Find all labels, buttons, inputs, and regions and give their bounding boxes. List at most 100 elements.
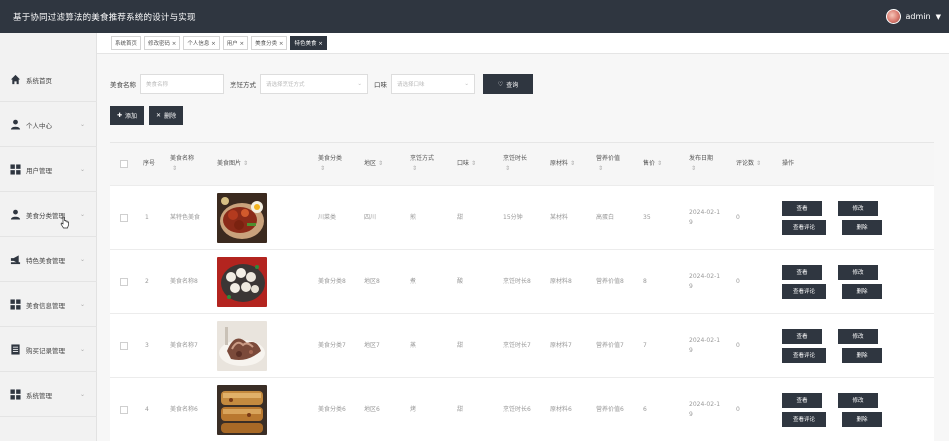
megaphone-icon: [10, 254, 21, 265]
sidebar-item[interactable]: 个人中心 ⌄: [0, 103, 97, 147]
sidebar-item[interactable]: 美食分类管理 ⌄: [0, 193, 97, 237]
view-button[interactable]: 查看: [782, 328, 822, 344]
cell-price: 8: [643, 277, 647, 285]
batch-delete-button[interactable]: ✕ 删除: [149, 106, 184, 125]
edit-button[interactable]: 修改: [838, 200, 878, 216]
cell-method: 蒸: [410, 341, 417, 349]
cell-image: [217, 378, 267, 441]
mouse-pointer-icon: [60, 216, 69, 229]
cell-date: 2024-02-1 9: [689, 336, 721, 354]
delete-button[interactable]: 删除: [842, 411, 882, 427]
select-all-checkbox[interactable]: [120, 160, 128, 168]
tab[interactable]: 用户 ×: [222, 36, 249, 50]
food-image: [217, 192, 267, 243]
sidebar-item[interactable]: 美食信息管理 ⌄: [0, 283, 97, 327]
name-input[interactable]: 美食名称: [140, 74, 224, 94]
sidebar-item-label: 美食分类管理: [26, 211, 65, 220]
view-reviews-button[interactable]: 查看评论: [782, 219, 826, 235]
chevron-down-icon: ⌄: [357, 81, 362, 87]
taste-label: 口味: [374, 81, 387, 89]
sidebar: 系统首页 个人中心 ⌄ 用户管理 ⌄ 美食分类管理 ⌄ 特色美食管理 ⌄ 美食信息管理 ⌄ 购买记录管…: [0, 33, 97, 441]
view-reviews-button[interactable]: 查看评论: [782, 283, 826, 299]
sidebar-item-label: 美食信息管理: [26, 301, 65, 310]
header-date[interactable]: 发布日期 ⇕: [689, 143, 713, 185]
grid-icon: [10, 164, 21, 175]
view-reviews-button[interactable]: 查看评论: [782, 411, 826, 427]
delete-button[interactable]: 删除: [842, 283, 882, 299]
edit-button[interactable]: 修改: [838, 328, 878, 344]
table-header: 序号 美食名称 ⇕ 美食图片 ⇕ 美食分类 ⇕ 地区 ⇕ 烹饪方式 ⇕ 口味 ⇕ 烹饪时长 ⇕…: [110, 143, 934, 186]
row-checkbox[interactable]: [120, 341, 128, 350]
edit-button[interactable]: 修改: [838, 392, 878, 408]
sidebar-item[interactable]: 系统管理 ⌄: [0, 373, 97, 417]
chevron-down-icon: ⌄: [464, 81, 469, 87]
sidebar-item-label: 特色美食管理: [26, 256, 65, 265]
sidebar-item-label: 用户管理: [26, 166, 52, 175]
cell-price: 7: [643, 341, 647, 349]
chevron-down-icon: ⌄: [79, 391, 85, 398]
taste-select[interactable]: 请选择口味 ⌄: [391, 74, 475, 94]
header-region[interactable]: 地区 ⇕: [364, 143, 383, 185]
header-name[interactable]: 美食名称 ⇕: [170, 143, 194, 185]
sidebar-item[interactable]: 特色美食管理 ⌄: [0, 238, 97, 282]
header-image[interactable]: 美食图片 ⇕: [217, 143, 248, 185]
data-table: 序号 美食名称 ⇕ 美食图片 ⇕ 美食分类 ⇕ 地区 ⇕ 烹饪方式 ⇕ 口味 ⇕ 烹饪时长 ⇕…: [110, 142, 934, 441]
view-button[interactable]: 查看: [782, 200, 822, 216]
cell-duration: 15分钟: [503, 213, 523, 221]
home-icon: [10, 74, 21, 85]
cell-reviews: 0: [736, 213, 740, 221]
cell-method: 煎: [410, 213, 417, 221]
cell-region: 地区7: [364, 341, 380, 349]
delete-button[interactable]: 删除: [842, 219, 882, 235]
row-checkbox[interactable]: [120, 213, 128, 222]
header-nutrition[interactable]: 营养价值 ⇕: [596, 143, 620, 185]
cell-taste: 甜: [457, 213, 464, 221]
view-button[interactable]: 查看: [782, 264, 822, 280]
tab[interactable]: 美食分类 ×: [251, 36, 288, 50]
add-button[interactable]: ✚ 添加: [110, 106, 145, 125]
action-row: ✚ 添加 ✕ 删除: [110, 106, 184, 125]
row-checkbox[interactable]: [120, 277, 128, 286]
row-checkbox[interactable]: [120, 405, 128, 414]
header-duration[interactable]: 烹饪时长 ⇕: [503, 143, 527, 185]
header-reviews[interactable]: 评论数 ⇕: [736, 143, 761, 185]
header-taste[interactable]: 口味 ⇕: [457, 143, 476, 185]
cell-ingredients: 某材料: [550, 213, 569, 221]
close-icon: ✕: [156, 112, 162, 119]
tab[interactable]: 个人信息 ×: [183, 36, 220, 50]
sidebar-item[interactable]: 系统首页: [0, 58, 97, 102]
cell-nutrition: 高蛋白: [596, 213, 615, 221]
sidebar-item[interactable]: 购买记录管理 ⌄: [0, 328, 97, 372]
edit-button[interactable]: 修改: [838, 264, 878, 280]
view-button[interactable]: 查看: [782, 392, 822, 408]
add-label: 添加: [125, 113, 138, 120]
query-button[interactable]: ♡ 查询: [483, 74, 533, 94]
table-row: 2 美食名称8 美食分类8 地区8 煮 酸 烹饪时长8 原材料8 营养价值8 8 2024-02-1…: [110, 250, 934, 314]
food-image: [217, 320, 267, 371]
cell-ingredients: 原材料7: [550, 341, 572, 349]
cell-reviews: 0: [736, 341, 740, 349]
grid-icon: [10, 299, 21, 310]
cell-date: 2024-02-1 9: [689, 272, 721, 290]
table-row: 1 某特色美食 川菜类 四川 煎 甜 15分钟 某材料 高蛋白 35 2024-02-1 9 0 查看 修改…: [110, 186, 934, 250]
sidebar-item[interactable]: 用户管理 ⌄: [0, 148, 97, 192]
sidebar-item-label: 购买记录管理: [26, 346, 65, 355]
cell-duration: 烹饪时长6: [503, 405, 531, 413]
header-ingredients[interactable]: 原材料 ⇕: [550, 143, 575, 185]
method-select[interactable]: 请选择烹饪方式 ⌄: [260, 74, 368, 94]
cell-ingredients: 原材料6: [550, 405, 572, 413]
tab[interactable]: 系统首页: [111, 36, 142, 50]
view-reviews-button[interactable]: 查看评论: [782, 347, 826, 363]
avatar: [885, 9, 901, 24]
user-menu[interactable]: admin ▼: [885, 9, 941, 24]
header-category[interactable]: 美食分类 ⇕: [318, 143, 342, 185]
delete-button[interactable]: 删除: [842, 347, 882, 363]
cell-ops: 查看 修改 查看评论 删除: [782, 314, 882, 377]
cell-region: 地区6: [364, 405, 380, 413]
tab[interactable]: 特色美食 ×: [290, 36, 327, 50]
tab[interactable]: 修改密码 ×: [144, 36, 181, 50]
cell-taste: 甜: [457, 405, 464, 413]
cell-name: 某特色美食: [170, 213, 201, 221]
header-price[interactable]: 售价 ⇕: [643, 143, 662, 185]
header-method[interactable]: 烹饪方式 ⇕: [410, 143, 434, 185]
